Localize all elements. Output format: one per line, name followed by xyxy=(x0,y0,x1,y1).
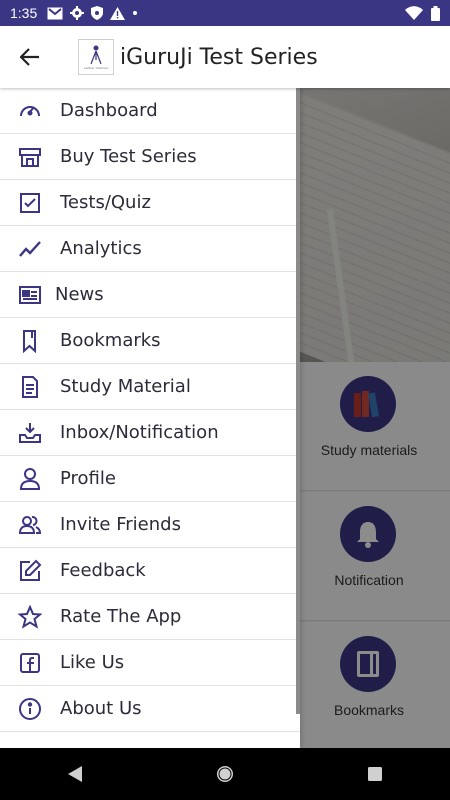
drawer-scrollbar[interactable] xyxy=(296,88,300,714)
drawer-item-label: Like Us xyxy=(60,652,125,673)
page-title: iGuruJi Test Series xyxy=(120,44,318,70)
drawer-item-label: Buy Test Series xyxy=(60,146,197,167)
drawer-item-label: Analytics xyxy=(60,238,142,259)
battery-icon xyxy=(431,5,440,21)
drawer-item-label: Feedback xyxy=(60,560,146,581)
drawer-item-label: Inbox/Notification xyxy=(60,422,219,443)
drawer-item-label: Invite Friends xyxy=(60,514,181,535)
drawer-item-invite-friends[interactable]: Invite Friends xyxy=(0,502,300,548)
bookmark-icon xyxy=(18,329,42,353)
settings-icon xyxy=(70,6,85,20)
user-icon xyxy=(18,467,42,491)
drawer-item-analytics[interactable]: Analytics xyxy=(0,226,300,272)
nav-home-button[interactable] xyxy=(195,748,255,800)
drawer-item-like-us[interactable]: Like Us xyxy=(0,640,300,686)
info-icon xyxy=(18,697,42,721)
dot-icon xyxy=(133,11,138,15)
drawer-item-label: Profile xyxy=(60,468,116,489)
recents-square-icon xyxy=(368,767,382,781)
wifi-icon xyxy=(405,6,423,20)
back-button[interactable] xyxy=(0,26,60,88)
logo-figure-icon xyxy=(90,45,102,65)
drawer-item-study-material[interactable]: Study Material xyxy=(0,364,300,410)
back-triangle-icon xyxy=(68,766,82,782)
drawer-item-tests-quiz[interactable]: Tests/Quiz xyxy=(0,180,300,226)
newspaper-icon xyxy=(18,283,42,307)
system-nav-bar xyxy=(0,748,450,800)
nav-back-button[interactable] xyxy=(45,748,105,800)
drawer-item-label: Study Material xyxy=(60,376,191,397)
drawer-item-feedback[interactable]: Feedback xyxy=(0,548,300,594)
document-icon xyxy=(18,375,42,399)
drawer-item-label: Bookmarks xyxy=(60,330,161,351)
checklist-icon xyxy=(18,191,42,215)
logo-text: Aadhar Institute xyxy=(83,66,109,70)
app-logo: Aadhar Institute xyxy=(78,39,114,75)
home-circle-icon xyxy=(217,766,233,782)
drawer-item-news[interactable]: News xyxy=(0,272,300,318)
arrow-left-icon xyxy=(20,48,39,66)
shield-icon xyxy=(91,6,104,20)
warning-icon xyxy=(110,6,126,20)
speedometer-icon xyxy=(18,99,42,123)
drawer-item-about-us[interactable]: About Us xyxy=(0,686,300,732)
users-icon xyxy=(18,513,42,537)
inbox-icon xyxy=(18,421,42,445)
drawer-item-buy-test-series[interactable]: Buy Test Series xyxy=(0,134,300,180)
edit-icon xyxy=(18,559,42,583)
navigation-drawer: Dashboard Buy Test Series Tests/Quiz Ana… xyxy=(0,88,300,748)
drawer-item-label: Tests/Quiz xyxy=(60,192,151,213)
store-icon xyxy=(18,145,42,169)
drawer-item-profile[interactable]: Profile xyxy=(0,456,300,502)
star-icon xyxy=(18,605,42,629)
chart-line-icon xyxy=(18,237,42,261)
nav-recents-button[interactable] xyxy=(345,748,405,800)
drawer-item-inbox-notification[interactable]: Inbox/Notification xyxy=(0,410,300,456)
app-toolbar: Aadhar Institute iGuruJi Test Series xyxy=(0,26,450,88)
drawer-item-dashboard[interactable]: Dashboard xyxy=(0,88,300,134)
facebook-icon xyxy=(18,651,42,675)
status-bar: 1:35 xyxy=(0,0,450,26)
status-time: 1:35 xyxy=(10,5,38,21)
drawer-item-label: Dashboard xyxy=(60,100,158,121)
drawer-item-label: News xyxy=(55,284,104,305)
gmail-icon xyxy=(47,7,63,19)
drawer-item-bookmarks[interactable]: Bookmarks xyxy=(0,318,300,364)
drawer-item-label: About Us xyxy=(60,698,142,719)
drawer-item-rate-the-app[interactable]: Rate The App xyxy=(0,594,300,640)
drawer-item-label: Rate The App xyxy=(60,606,182,627)
